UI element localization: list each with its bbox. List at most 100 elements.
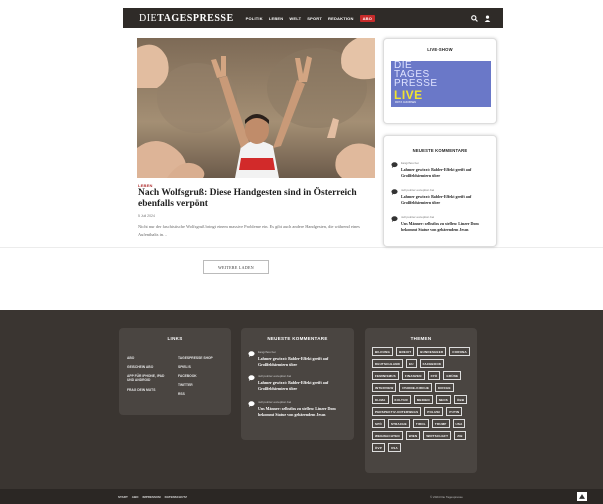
- tag-item[interactable]: FPÖ: [427, 371, 441, 380]
- tag-item[interactable]: PERSPEKTIV-UNTERWEGS: [372, 407, 422, 416]
- comments-card: NEUESTE KOMMENTARE liangzhou bei Lahmer …: [383, 135, 497, 247]
- comment-text[interactable]: Uns Männer: selbstlos zu stellen: Linzer…: [401, 221, 493, 233]
- comment-author: null pointer exception bei: [258, 374, 292, 378]
- tag-item[interactable]: KIRCHE: [435, 383, 454, 392]
- banner-small-text: FRITZ JAKOBSEN: [395, 101, 417, 104]
- article-title[interactable]: Nach Wolfsgruß: Diese Handgesten sind in…: [138, 188, 378, 209]
- tag-item[interactable]: NEOS: [435, 395, 451, 404]
- tag-item[interactable]: BREXIT: [396, 347, 415, 356]
- footer-comments-box: NEUESTE KOMMENTARE liangzhou bei Lahmer …: [241, 328, 354, 440]
- tag-item[interactable]: INTERVIEW: [372, 383, 397, 392]
- tag-item[interactable]: BUNDESHEER: [417, 347, 447, 356]
- page: DIETAGESPRESSE POLITIK LEBEN WELT SPORT …: [0, 0, 603, 504]
- footer-link[interactable]: APP FÜR IPHONE, IPAD UND ANDROID: [127, 374, 169, 382]
- tag-item[interactable]: GRÜNE: [443, 371, 462, 380]
- comment-text[interactable]: Lahmer gewixxt: Babler-Effekt greift auf…: [258, 356, 350, 368]
- footer-link[interactable]: RSS: [178, 392, 226, 396]
- tag-item[interactable]: EU: [406, 359, 417, 368]
- comment-author: null pointer exception bei: [401, 215, 435, 219]
- nav-item-abo[interactable]: ABO: [359, 14, 376, 22]
- tag-item[interactable]: CORONA: [449, 347, 470, 356]
- tag-item[interactable]: KLIMA: [372, 395, 389, 404]
- tag-item[interactable]: ÖBB: [454, 395, 468, 404]
- comment-text[interactable]: Lahmer gewixxt: Babler-Effekt greift auf…: [401, 194, 493, 206]
- footer-themes-title: THEMEN: [410, 336, 432, 341]
- article-date: 5 Juli 2024: [138, 214, 155, 218]
- comment-author: null pointer exception bei: [258, 400, 292, 404]
- bottom-link-start[interactable]: START: [118, 495, 128, 499]
- comment-bubble-icon: [391, 189, 398, 195]
- tag-item[interactable]: WEIHNACHTEN: [372, 431, 403, 440]
- footer-link[interactable]: TAGESPRESSE SHOP: [178, 356, 226, 360]
- live-show-banner[interactable]: DIE TAGES PRESSE LIVE FRITZ JAKOBSEN: [391, 61, 491, 107]
- nav-item-redaktion[interactable]: REDAKTION: [328, 16, 354, 21]
- footer-comments-title: NEUESTE KOMMENTARE: [267, 336, 328, 341]
- comment-author: null pointer exception bei: [401, 188, 435, 192]
- comment-author: liangzhou bei: [401, 161, 419, 165]
- tag-item[interactable]: TRUMP: [431, 419, 450, 428]
- article-photo: [137, 38, 375, 178]
- bottom-links: START ABO IMPRESSUM DATENSCHUTZ: [118, 495, 187, 499]
- footer: LINKS ABO GEISCHEIN ABO APP FÜR IPHONE, …: [0, 310, 603, 489]
- top-area: DIETAGESPRESSE POLITIK LEBEN WELT SPORT …: [0, 0, 603, 34]
- logo-bold: TAGESPRESSE: [157, 12, 234, 24]
- main-nav: POLITIK LEBEN WELT SPORT REDAKTION ABO: [246, 14, 376, 22]
- search-icon[interactable]: [471, 14, 478, 22]
- logo-light: DIE: [139, 12, 158, 24]
- tag-cloud: BILDUNG BREXIT BUNDESHEER CORONA DEUTSCHLAND…: [372, 347, 472, 452]
- tag-item[interactable]: PUTIN: [446, 407, 463, 416]
- tag-item[interactable]: WIRTSCHAFT: [423, 431, 452, 440]
- live-show-card: LIVE-SHOW DIE TAGES PRESSE LIVE FRITZ JAKO…: [383, 38, 497, 124]
- tag-item[interactable]: FACEBOOK: [419, 359, 445, 368]
- nav-item-politik[interactable]: POLITIK: [246, 16, 263, 21]
- comment-text[interactable]: Uns Männer: selbstlos zu stellen: Linzer…: [258, 406, 350, 418]
- tag-item[interactable]: IPHONE-KIRCHE: [399, 383, 433, 392]
- footer-link[interactable]: SPIEL!S: [178, 365, 226, 369]
- nav-item-leben[interactable]: LEBEN: [269, 16, 284, 21]
- tag-item[interactable]: MEDIEN: [413, 395, 433, 404]
- bottom-link-datenschutz[interactable]: DATENSCHUTZ: [165, 495, 187, 499]
- tag-item[interactable]: TIROL: [412, 419, 429, 428]
- nav-icons: [471, 14, 491, 22]
- load-more-button[interactable]: WEITERE LADEN: [203, 260, 269, 274]
- tag-item[interactable]: WIEN: [405, 431, 421, 440]
- tag-item[interactable]: USA: [452, 419, 466, 428]
- footer-themes-box: THEMEN BILDUNG BREXIT BUNDESHEER CORONA DEUT…: [365, 328, 477, 473]
- footer-link[interactable]: FRAG DEIN MUTS: [127, 388, 175, 392]
- nav-item-welt[interactable]: WELT: [289, 16, 301, 21]
- tag-item[interactable]: ZIB: [454, 431, 466, 440]
- divider: [0, 247, 603, 248]
- comment-text[interactable]: Lahmer gewixxt: Babler-Effekt greift auf…: [258, 380, 350, 392]
- scroll-to-top-button[interactable]: [577, 492, 587, 501]
- footer-link[interactable]: FACEBOOK: [178, 374, 226, 378]
- article-teaser: Nicht nur der faschistische Wolfsgruß br…: [138, 224, 360, 237]
- copyright: © 2024 Die Tagespresse: [430, 495, 463, 499]
- tag-item[interactable]: BILDUNG: [372, 347, 394, 356]
- tag-item[interactable]: KULTUR: [391, 395, 411, 404]
- nav-item-sport[interactable]: SPORT: [307, 16, 322, 21]
- footer-links-box: LINKS ABO GEISCHEIN ABO APP FÜR IPHONE, …: [119, 328, 231, 415]
- tag-item[interactable]: USA: [387, 443, 401, 452]
- tag-item[interactable]: POLIZEI: [424, 407, 444, 416]
- bottom-link-abo[interactable]: ABO: [132, 495, 139, 499]
- tag-item[interactable]: SPÖ: [372, 419, 385, 428]
- arrow-up-icon: [579, 494, 585, 499]
- comment-text[interactable]: Lahmer gewixxt: Babler-Effekt greift auf…: [401, 167, 493, 179]
- article-image[interactable]: [137, 38, 375, 178]
- bottom-link-impressum[interactable]: IMPRESSUM: [142, 495, 160, 499]
- comment-bubble-icon: [248, 375, 255, 381]
- comment-author: liangzhou bei: [258, 350, 276, 354]
- tag-item[interactable]: FEMINISMUS: [372, 371, 399, 380]
- footer-link[interactable]: ABO: [127, 356, 175, 360]
- user-icon[interactable]: [484, 14, 491, 22]
- tag-item[interactable]: FINANZEN: [401, 371, 425, 380]
- site-logo[interactable]: DIETAGESPRESSE: [139, 13, 234, 24]
- comments-title: NEUESTE KOMMENTARE: [412, 148, 468, 153]
- footer-links-title: LINKS: [167, 336, 183, 341]
- comment-bubble-icon: [248, 351, 255, 357]
- tag-item[interactable]: ÖVP: [372, 443, 385, 452]
- tag-item[interactable]: DEUTSCHLAND: [372, 359, 404, 368]
- footer-link[interactable]: GEISCHEIN ABO: [127, 365, 175, 369]
- footer-link[interactable]: TWITTER: [178, 383, 226, 387]
- tag-item[interactable]: STRACHE: [387, 419, 410, 428]
